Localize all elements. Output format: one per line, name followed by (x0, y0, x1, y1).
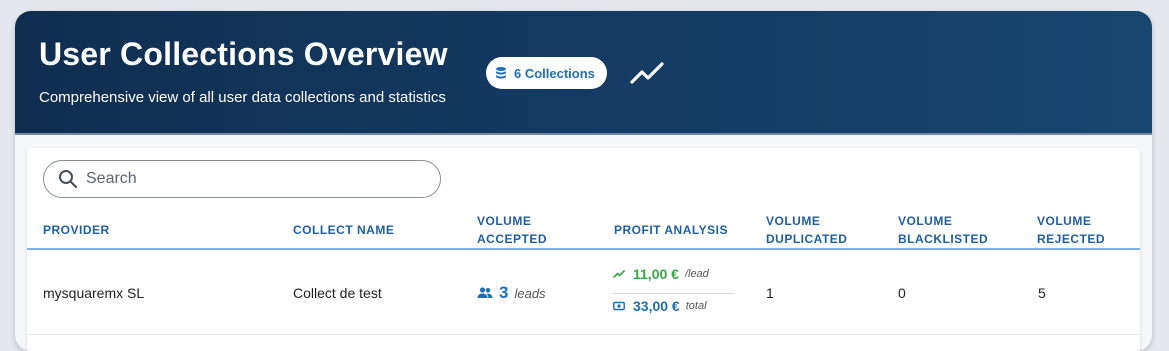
column-header-line: VOLUME (898, 214, 953, 228)
profit-divider (613, 293, 735, 294)
column-header-line: PROFIT ANALYSIS (614, 223, 728, 237)
volume-accepted-unit: leads (514, 285, 546, 301)
collections-count-label: 6 Collections (514, 65, 595, 81)
column-header-volume-blacklisted[interactable]: VOLUME BLACKLISTED (898, 212, 988, 248)
profit-per-lead-suffix: /lead (684, 268, 709, 280)
trending-up-icon (630, 62, 664, 84)
search-icon (59, 170, 78, 189)
cell-volume-blacklisted: 0 (898, 285, 906, 301)
database-icon (494, 66, 508, 80)
column-header-volume-duplicated[interactable]: VOLUME DUPLICATED (766, 212, 847, 248)
page-subtitle: Comprehensive view of all user data coll… (39, 89, 446, 106)
trending-up-icon (613, 270, 625, 278)
table-header-divider (27, 248, 1140, 250)
page-header: User Collections Overview Comprehensive … (15, 11, 1152, 135)
cell-collect-name: Collect de test (293, 285, 382, 301)
collections-card: User Collections Overview Comprehensive … (15, 11, 1152, 351)
column-header-volume-accepted[interactable]: VOLUME ACCEPTED (477, 212, 547, 248)
column-header-line: BLACKLISTED (898, 232, 989, 246)
cell-volume-duplicated: 1 (766, 285, 774, 301)
column-header-provider[interactable]: PROVIDER (43, 221, 110, 239)
column-header-line: REJECTED (1037, 232, 1106, 246)
volume-accepted-value: 3 (499, 283, 509, 302)
people-icon (477, 287, 493, 298)
page-title: User Collections Overview (39, 36, 448, 72)
column-header-line: DUPLICATED (766, 232, 848, 246)
column-header-line: VOLUME (1037, 214, 1092, 228)
profit-total-amount: 33,00 € (633, 298, 680, 314)
column-header-volume-rejected[interactable]: VOLUME REJECTED (1037, 212, 1105, 248)
collections-count-badge: 6 Collections (486, 57, 607, 89)
cell-volume-accepted: 3 leads (477, 283, 546, 303)
column-header-collect-name[interactable]: COLLECT NAME (293, 221, 394, 239)
search-input[interactable] (84, 169, 408, 189)
column-header-line: COLLECT NAME (293, 223, 395, 237)
column-header-line: ACCEPTED (477, 232, 548, 246)
search-field[interactable] (43, 160, 441, 198)
profit-per-lead-amount: 11,00 € (633, 266, 679, 282)
table-row-divider (27, 334, 1140, 335)
money-icon (613, 301, 625, 311)
collections-table-panel: PROVIDER COLLECT NAME VOLUME ACCEPTED PR… (27, 148, 1140, 351)
column-header-line: PROVIDER (43, 223, 110, 237)
cell-provider: mysquaremx SL (43, 285, 145, 301)
cell-volume-rejected: 5 (1038, 285, 1046, 301)
profit-total-suffix: total (685, 300, 707, 312)
column-header-line: VOLUME (766, 214, 821, 228)
column-header-line: VOLUME (477, 214, 532, 228)
profit-per-lead: 11,00 € /lead (613, 266, 709, 282)
profit-total: 33,00 € total (613, 298, 707, 314)
column-header-profit-analysis[interactable]: PROFIT ANALYSIS (614, 221, 728, 239)
